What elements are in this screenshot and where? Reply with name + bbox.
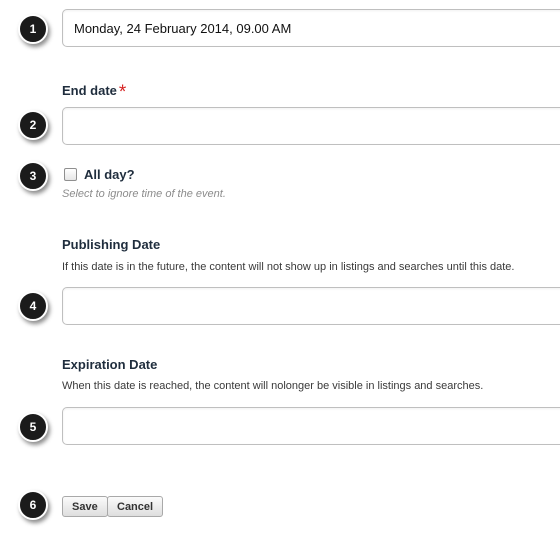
publishing-date-label: Publishing Date bbox=[62, 237, 161, 252]
step-badge-1: 1 bbox=[18, 14, 48, 44]
step-badge-6: 6 bbox=[18, 490, 48, 520]
end-date-label-text: End date bbox=[62, 83, 117, 98]
save-button[interactable]: Save bbox=[62, 496, 108, 517]
expiration-date-help: When this date is reached, the content w… bbox=[62, 380, 484, 392]
cancel-button[interactable]: Cancel bbox=[107, 496, 164, 517]
all-day-label: All day? bbox=[84, 167, 135, 182]
required-asterisk-icon: * bbox=[118, 82, 127, 103]
end-date-field[interactable] bbox=[62, 107, 560, 145]
expiration-date-field[interactable] bbox=[62, 407, 560, 445]
publishing-date-help: If this date is in the future, the conte… bbox=[62, 261, 515, 273]
end-date-label: End date * bbox=[62, 79, 127, 103]
step-badge-5: 5 bbox=[18, 412, 48, 442]
all-day-hint: Select to ignore time of the event. bbox=[62, 188, 226, 200]
step-badge-3: 3 bbox=[18, 161, 48, 191]
publishing-date-field[interactable] bbox=[62, 287, 560, 325]
start-date-field[interactable] bbox=[62, 9, 560, 47]
expiration-date-label: Expiration Date bbox=[62, 357, 158, 372]
step-badge-4: 4 bbox=[18, 291, 48, 321]
all-day-option[interactable]: All day? bbox=[64, 167, 135, 182]
all-day-checkbox[interactable] bbox=[64, 168, 77, 181]
step-badge-2: 2 bbox=[18, 110, 48, 140]
